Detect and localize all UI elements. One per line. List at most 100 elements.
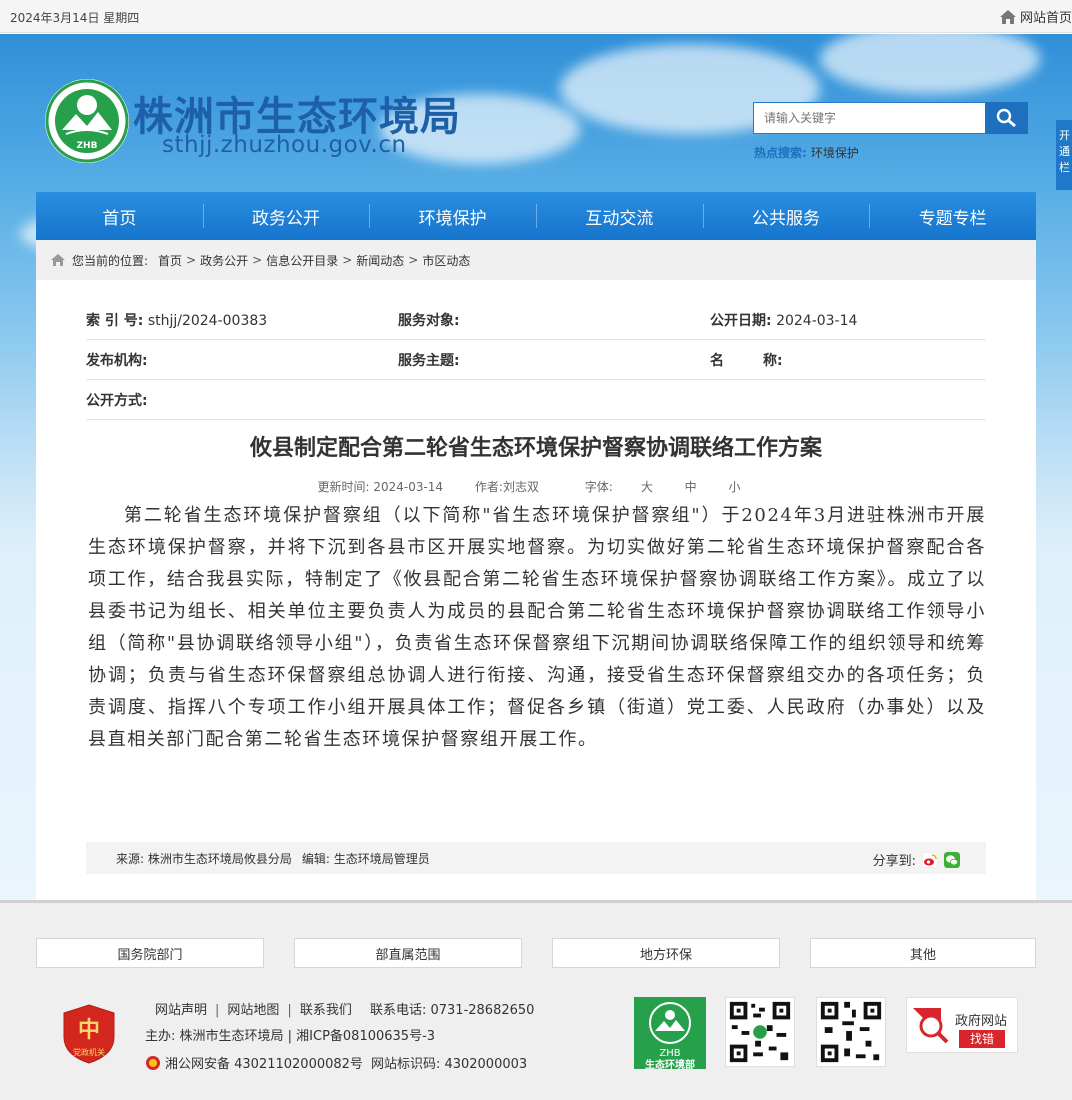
gov-site-label: 政府网站 bbox=[955, 1014, 1008, 1029]
nav-item-gov-affairs[interactable]: 政务公开 bbox=[202, 192, 370, 240]
footer-link-contact[interactable]: 联系我们 bbox=[300, 1003, 352, 1018]
meta-row: 发布机构: 服务主题: 名 称: bbox=[86, 340, 986, 380]
hot-search-keyword[interactable]: 环境保护 bbox=[811, 146, 859, 160]
article-editor: 编辑: 生态环境局管理员 bbox=[301, 851, 430, 866]
footer: 国务院部门 部直属范围 地方环保 其他 中 党政机关 网站声明 | 网站地图 | 联系我… bbox=[0, 900, 1072, 1100]
site-domain: sthjj.zhuzhou.gov.cn bbox=[162, 132, 407, 158]
font-size-label: 字体: bbox=[584, 480, 613, 494]
footer-police-record[interactable]: 湘公网安备 43021102000082号 bbox=[165, 1053, 363, 1072]
footer-link-statement[interactable]: 网站声明 bbox=[155, 1003, 207, 1018]
breadcrumb-separator: > bbox=[186, 253, 197, 267]
nav-item-topics[interactable]: 专题专栏 bbox=[869, 192, 1036, 240]
meta-key: 发布机构: bbox=[86, 352, 148, 369]
meta-cell-publisher: 发布机构: bbox=[86, 350, 398, 370]
nav-item-public-service[interactable]: 公共服务 bbox=[702, 192, 870, 240]
source-bar: 来源: 株洲市生态环境局攸县分局 编辑: 生态环境局管理员 分享到: bbox=[86, 842, 986, 874]
party-gov-badge-icon[interactable]: 中 党政机关 bbox=[62, 1003, 116, 1065]
footer-phone: 联系电话: 0731-28682650 bbox=[369, 1003, 535, 1018]
nav-item-home[interactable]: 首页 bbox=[36, 192, 203, 240]
breadcrumb-gov-affairs[interactable]: 政务公开 bbox=[200, 252, 248, 269]
meta-key: 公开日期: bbox=[710, 312, 772, 329]
footer-link-tabs: 国务院部门 部直属范围 地方环保 其他 bbox=[36, 938, 1036, 968]
footer-tab-ministry[interactable]: 部直属范围 bbox=[294, 938, 522, 968]
search-box bbox=[753, 102, 1028, 134]
meta-value: sthjj/2024-00383 bbox=[147, 312, 268, 329]
breadcrumb: 您当前的位置: 首页 > 政务公开 > 信息公开目录 > 新闻动态 > 市区动态 bbox=[36, 240, 1036, 280]
article-author: 作者:刘志双 bbox=[474, 480, 539, 494]
site-home-link[interactable]: 网站首页 bbox=[999, 7, 1072, 26]
hot-search-label: 热点搜索: bbox=[754, 146, 807, 160]
meta-value: 2024-03-14 bbox=[776, 312, 858, 329]
hot-search: 热点搜索: 环境保护 bbox=[754, 144, 859, 161]
meta-key: 服务主题: bbox=[398, 352, 460, 369]
meta-key: 服务对象: bbox=[398, 312, 460, 329]
font-size-control: 字体: 大 中 小 bbox=[571, 480, 755, 494]
mee-logo-icon bbox=[649, 1002, 691, 1044]
weibo-icon[interactable] bbox=[922, 851, 938, 868]
meta-table: 索 引 号: sthjj/2024-00383 服务对象: 公开日期: 2024… bbox=[86, 300, 986, 420]
breadcrumb-separator: > bbox=[252, 253, 263, 267]
home-icon bbox=[999, 9, 1016, 24]
search-button[interactable] bbox=[985, 102, 1028, 134]
meta-cell-date: 公开日期: 2024-03-14 bbox=[710, 310, 986, 330]
current-date: 2024年3月14日 星期四 bbox=[10, 11, 140, 25]
meta-cell-name: 名 称: bbox=[710, 350, 986, 370]
font-size-small[interactable]: 小 bbox=[729, 480, 741, 494]
meta-row: 公开方式: bbox=[86, 380, 986, 420]
breadcrumb-city-news[interactable]: 市区动态 bbox=[422, 252, 470, 269]
wechat-icon[interactable] bbox=[944, 851, 960, 868]
footer-tab-state-council[interactable]: 国务院部门 bbox=[36, 938, 264, 968]
footer-links: 网站声明 | 网站地图 | 联系我们 联系电话: 0731-28682650 bbox=[155, 1003, 535, 1018]
search-icon bbox=[996, 108, 1016, 128]
search-input[interactable] bbox=[753, 102, 985, 134]
meta-key: 公开方式: bbox=[86, 392, 148, 409]
bureau-logo-icon: ZHB bbox=[45, 79, 129, 163]
police-badge-icon bbox=[146, 1055, 160, 1070]
article-updated: 更新时间: 2024-03-14 bbox=[317, 480, 444, 494]
side-tab[interactable]: 开通栏 bbox=[1056, 120, 1072, 190]
meta-key: 名 称: bbox=[710, 352, 783, 369]
article-subinfo: 更新时间: 2024-03-14 作者:刘志双 字体: 大 中 小 bbox=[36, 478, 1036, 495]
breadcrumb-label: 您当前的位置: bbox=[72, 253, 149, 268]
home-icon bbox=[51, 254, 65, 266]
article-title: 攸县制定配合第二轮省生态环境保护督察协调联络工作方案 bbox=[249, 436, 822, 461]
magnifier-icon bbox=[913, 1008, 949, 1044]
footer-link-sitemap[interactable]: 网站地图 bbox=[227, 1003, 279, 1018]
breadcrumb-separator: > bbox=[342, 253, 353, 267]
article-source: 来源: 株洲市生态环境局攸县分局 bbox=[116, 851, 292, 866]
mee-logo-label: 生态环境部 bbox=[645, 1060, 695, 1071]
gov-site-error-report[interactable]: 政府网站 找错 bbox=[906, 997, 1018, 1053]
top-bar: 2024年3月14日 星期四 网站首页 bbox=[0, 0, 1072, 33]
nav-item-environment[interactable]: 环境保护 bbox=[369, 192, 536, 240]
article-body: 第二轮省生态环境保护督察组（以下简称"省生态环境保护督察组"）于2024年3月进… bbox=[88, 505, 986, 750]
meta-row: 索 引 号: sthjj/2024-00383 服务对象: 公开日期: 2024… bbox=[86, 300, 986, 340]
meta-cell-index: 索 引 号: sthjj/2024-00383 bbox=[86, 310, 398, 330]
svg-text:中: 中 bbox=[78, 1017, 100, 1043]
header-banner: ZHB 株洲市生态环境局 sthjj.zhuzhou.gov.cn 热点搜索:环… bbox=[0, 34, 1072, 900]
party-badge-text: 党政机关 bbox=[73, 1047, 105, 1057]
footer-record-line: 湘公网安备 43021102000082号 网站标识码: 4302000003 bbox=[145, 1053, 527, 1072]
logo-text: ZHB bbox=[77, 141, 98, 151]
font-size-medium[interactable]: 中 bbox=[685, 480, 697, 494]
breadcrumb-separator: > bbox=[408, 253, 419, 267]
gov-error-label: 找错 bbox=[959, 1030, 1005, 1048]
qr-code-icon bbox=[816, 997, 886, 1067]
site-home-label: 网站首页 bbox=[1019, 11, 1072, 26]
footer-site-id: 网站标识码: 4302000003 bbox=[370, 1057, 528, 1072]
mee-logo[interactable]: ZHB 生态环境部 bbox=[634, 997, 706, 1071]
footer-tab-other[interactable]: 其他 bbox=[810, 938, 1036, 968]
breadcrumb-info-catalog[interactable]: 信息公开目录 bbox=[266, 252, 338, 269]
breadcrumb-home[interactable]: 首页 bbox=[158, 252, 182, 269]
meta-key: 索 引 号: bbox=[86, 312, 144, 329]
font-size-large[interactable]: 大 bbox=[641, 480, 653, 494]
meta-cell-target: 服务对象: bbox=[398, 310, 710, 330]
nav-item-interaction[interactable]: 互动交流 bbox=[536, 192, 703, 240]
footer-tab-local[interactable]: 地方环保 bbox=[552, 938, 780, 968]
meta-cell-topic: 服务主题: bbox=[398, 350, 710, 370]
main-nav: 首页 政务公开 环境保护 互动交流 公共服务 专题专栏 bbox=[36, 192, 1036, 240]
share-bar: 分享到: bbox=[873, 850, 960, 869]
share-label: 分享到: bbox=[872, 854, 916, 869]
breadcrumb-news[interactable]: 新闻动态 bbox=[356, 252, 404, 269]
cloud-decoration bbox=[820, 34, 1040, 94]
qr-code-icon bbox=[725, 997, 795, 1067]
